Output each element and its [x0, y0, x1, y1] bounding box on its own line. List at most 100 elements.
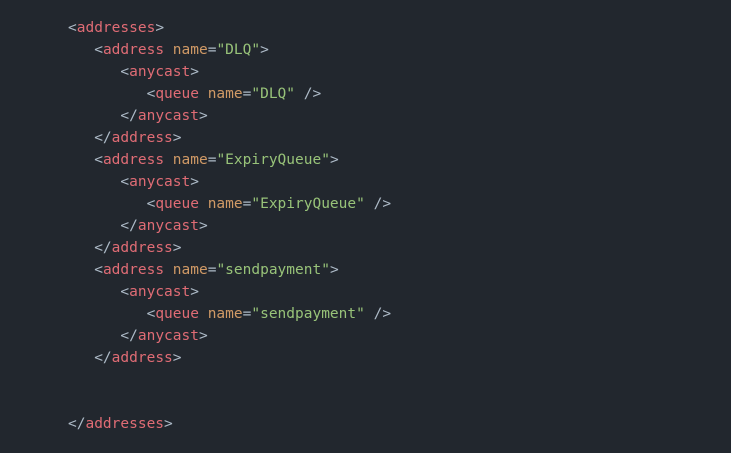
code-attribute: name: [172, 42, 208, 58]
code-punctuation: >: [190, 174, 199, 190]
code-tag-name: address: [111, 240, 173, 256]
code-punctuation: >: [329, 152, 339, 168]
code-punctuation: />: [295, 86, 322, 102]
code-punctuation: >: [172, 240, 182, 256]
code-tag-name: anycast: [137, 328, 199, 344]
code-punctuation: >: [172, 130, 182, 146]
code-punctuation: >: [198, 218, 208, 234]
code-string-value: "ExpiryQueue": [216, 152, 330, 168]
code-line: </anycast>: [68, 325, 391, 347]
code-punctuation: <: [120, 174, 130, 190]
code-line: <queue name="DLQ" />: [68, 83, 391, 105]
code-tag-name: address: [102, 152, 165, 168]
code-punctuation: >: [260, 42, 269, 58]
code-tag-name: anycast: [129, 284, 191, 300]
code-punctuation: <: [94, 42, 103, 58]
code-punctuation: >: [190, 284, 199, 300]
code-attribute: name: [207, 86, 243, 102]
code-punctuation: [164, 262, 173, 278]
code-line: <queue name="sendpayment" />: [68, 303, 391, 325]
code-punctuation: />: [364, 306, 392, 322]
code-punctuation: [199, 86, 208, 102]
code-punctuation: </: [120, 328, 138, 344]
code-punctuation: />: [364, 196, 392, 212]
code-attribute: name: [172, 152, 208, 168]
code-block[interactable]: <addresses> <address name="DLQ"> <anycas…: [68, 17, 391, 435]
code-punctuation: >: [198, 328, 208, 344]
code-tag-name: addresses: [85, 416, 165, 432]
code-line: </anycast>: [68, 215, 391, 237]
code-tag-name: addresses: [76, 20, 156, 36]
code-editor[interactable]: <addresses> <address name="DLQ"> <anycas…: [0, 0, 731, 453]
code-tag-name: anycast: [137, 108, 199, 124]
code-line: </anycast>: [68, 105, 391, 127]
code-punctuation: </: [120, 108, 138, 124]
code-punctuation: </: [94, 350, 112, 366]
code-attribute: name: [172, 262, 208, 278]
code-line: <queue name="ExpiryQueue" />: [68, 193, 391, 215]
code-punctuation: [164, 152, 173, 168]
code-line: </addresses>: [68, 413, 391, 435]
code-tag-name: address: [102, 42, 165, 58]
code-attribute: name: [207, 196, 243, 212]
code-line: </address>: [68, 347, 391, 369]
code-string-value: "ExpiryQueue": [251, 196, 365, 212]
code-punctuation: >: [329, 262, 339, 278]
code-punctuation: <: [120, 284, 130, 300]
code-punctuation: >: [155, 20, 165, 36]
code-tag-name: anycast: [129, 174, 191, 190]
code-string-value: "DLQ": [251, 86, 296, 102]
code-line: <anycast>: [68, 171, 391, 193]
code-punctuation: [199, 196, 208, 212]
code-punctuation: [199, 306, 208, 322]
code-line: </address>: [68, 127, 391, 149]
code-tag-name: address: [111, 350, 173, 366]
code-punctuation: <: [68, 20, 77, 36]
code-punctuation: <: [146, 306, 156, 322]
code-line: <address name="sendpayment">: [68, 259, 391, 281]
code-punctuation: >: [198, 108, 208, 124]
code-punctuation: <: [94, 262, 103, 278]
code-punctuation: >: [172, 350, 182, 366]
code-punctuation: <: [146, 196, 156, 212]
code-line: <address name="ExpiryQueue">: [68, 149, 391, 171]
code-punctuation: <: [146, 86, 156, 102]
code-line: <addresses>: [68, 17, 391, 39]
code-tag-name: anycast: [137, 218, 199, 234]
code-string-value: "sendpayment": [216, 262, 330, 278]
code-punctuation: >: [164, 416, 173, 432]
code-tag-name: queue: [155, 196, 199, 212]
code-attribute: name: [207, 306, 243, 322]
code-punctuation: </: [94, 130, 112, 146]
code-line: <anycast>: [68, 61, 391, 83]
code-punctuation: </: [94, 240, 112, 256]
code-line: <address name="DLQ">: [68, 39, 391, 61]
code-line: <anycast>: [68, 281, 391, 303]
code-punctuation: <: [120, 64, 130, 80]
code-punctuation: [164, 42, 173, 58]
code-tag-name: anycast: [129, 64, 191, 80]
code-string-value: "sendpayment": [251, 306, 365, 322]
code-tag-name: address: [111, 130, 173, 146]
code-string-value: "DLQ": [216, 42, 261, 58]
code-tag-name: queue: [155, 86, 199, 102]
code-punctuation: </: [68, 416, 86, 432]
code-punctuation: </: [120, 218, 138, 234]
code-punctuation: <: [94, 152, 103, 168]
